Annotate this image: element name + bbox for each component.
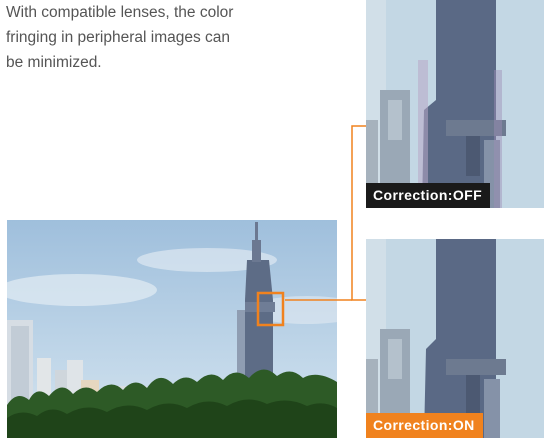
description-line-2: fringing in peripheral images can <box>6 29 231 46</box>
crop-correction-off: Correction:OFF <box>366 0 544 208</box>
correction-off-label: Correction:OFF <box>366 183 491 208</box>
tower-crop-off-image <box>366 0 544 208</box>
tower-crop-on-image <box>366 239 544 438</box>
correction-on-label: Correction:ON <box>366 413 483 438</box>
description-line-3: be minimized. <box>6 54 102 71</box>
description-text: With compatible lenses, the color fringi… <box>6 0 336 75</box>
city-skyline-photo <box>7 220 337 438</box>
crop-correction-on: Correction:ON <box>366 239 544 438</box>
skyline-illustration <box>7 220 337 438</box>
description-line-1: With compatible lenses, the color <box>6 4 234 21</box>
